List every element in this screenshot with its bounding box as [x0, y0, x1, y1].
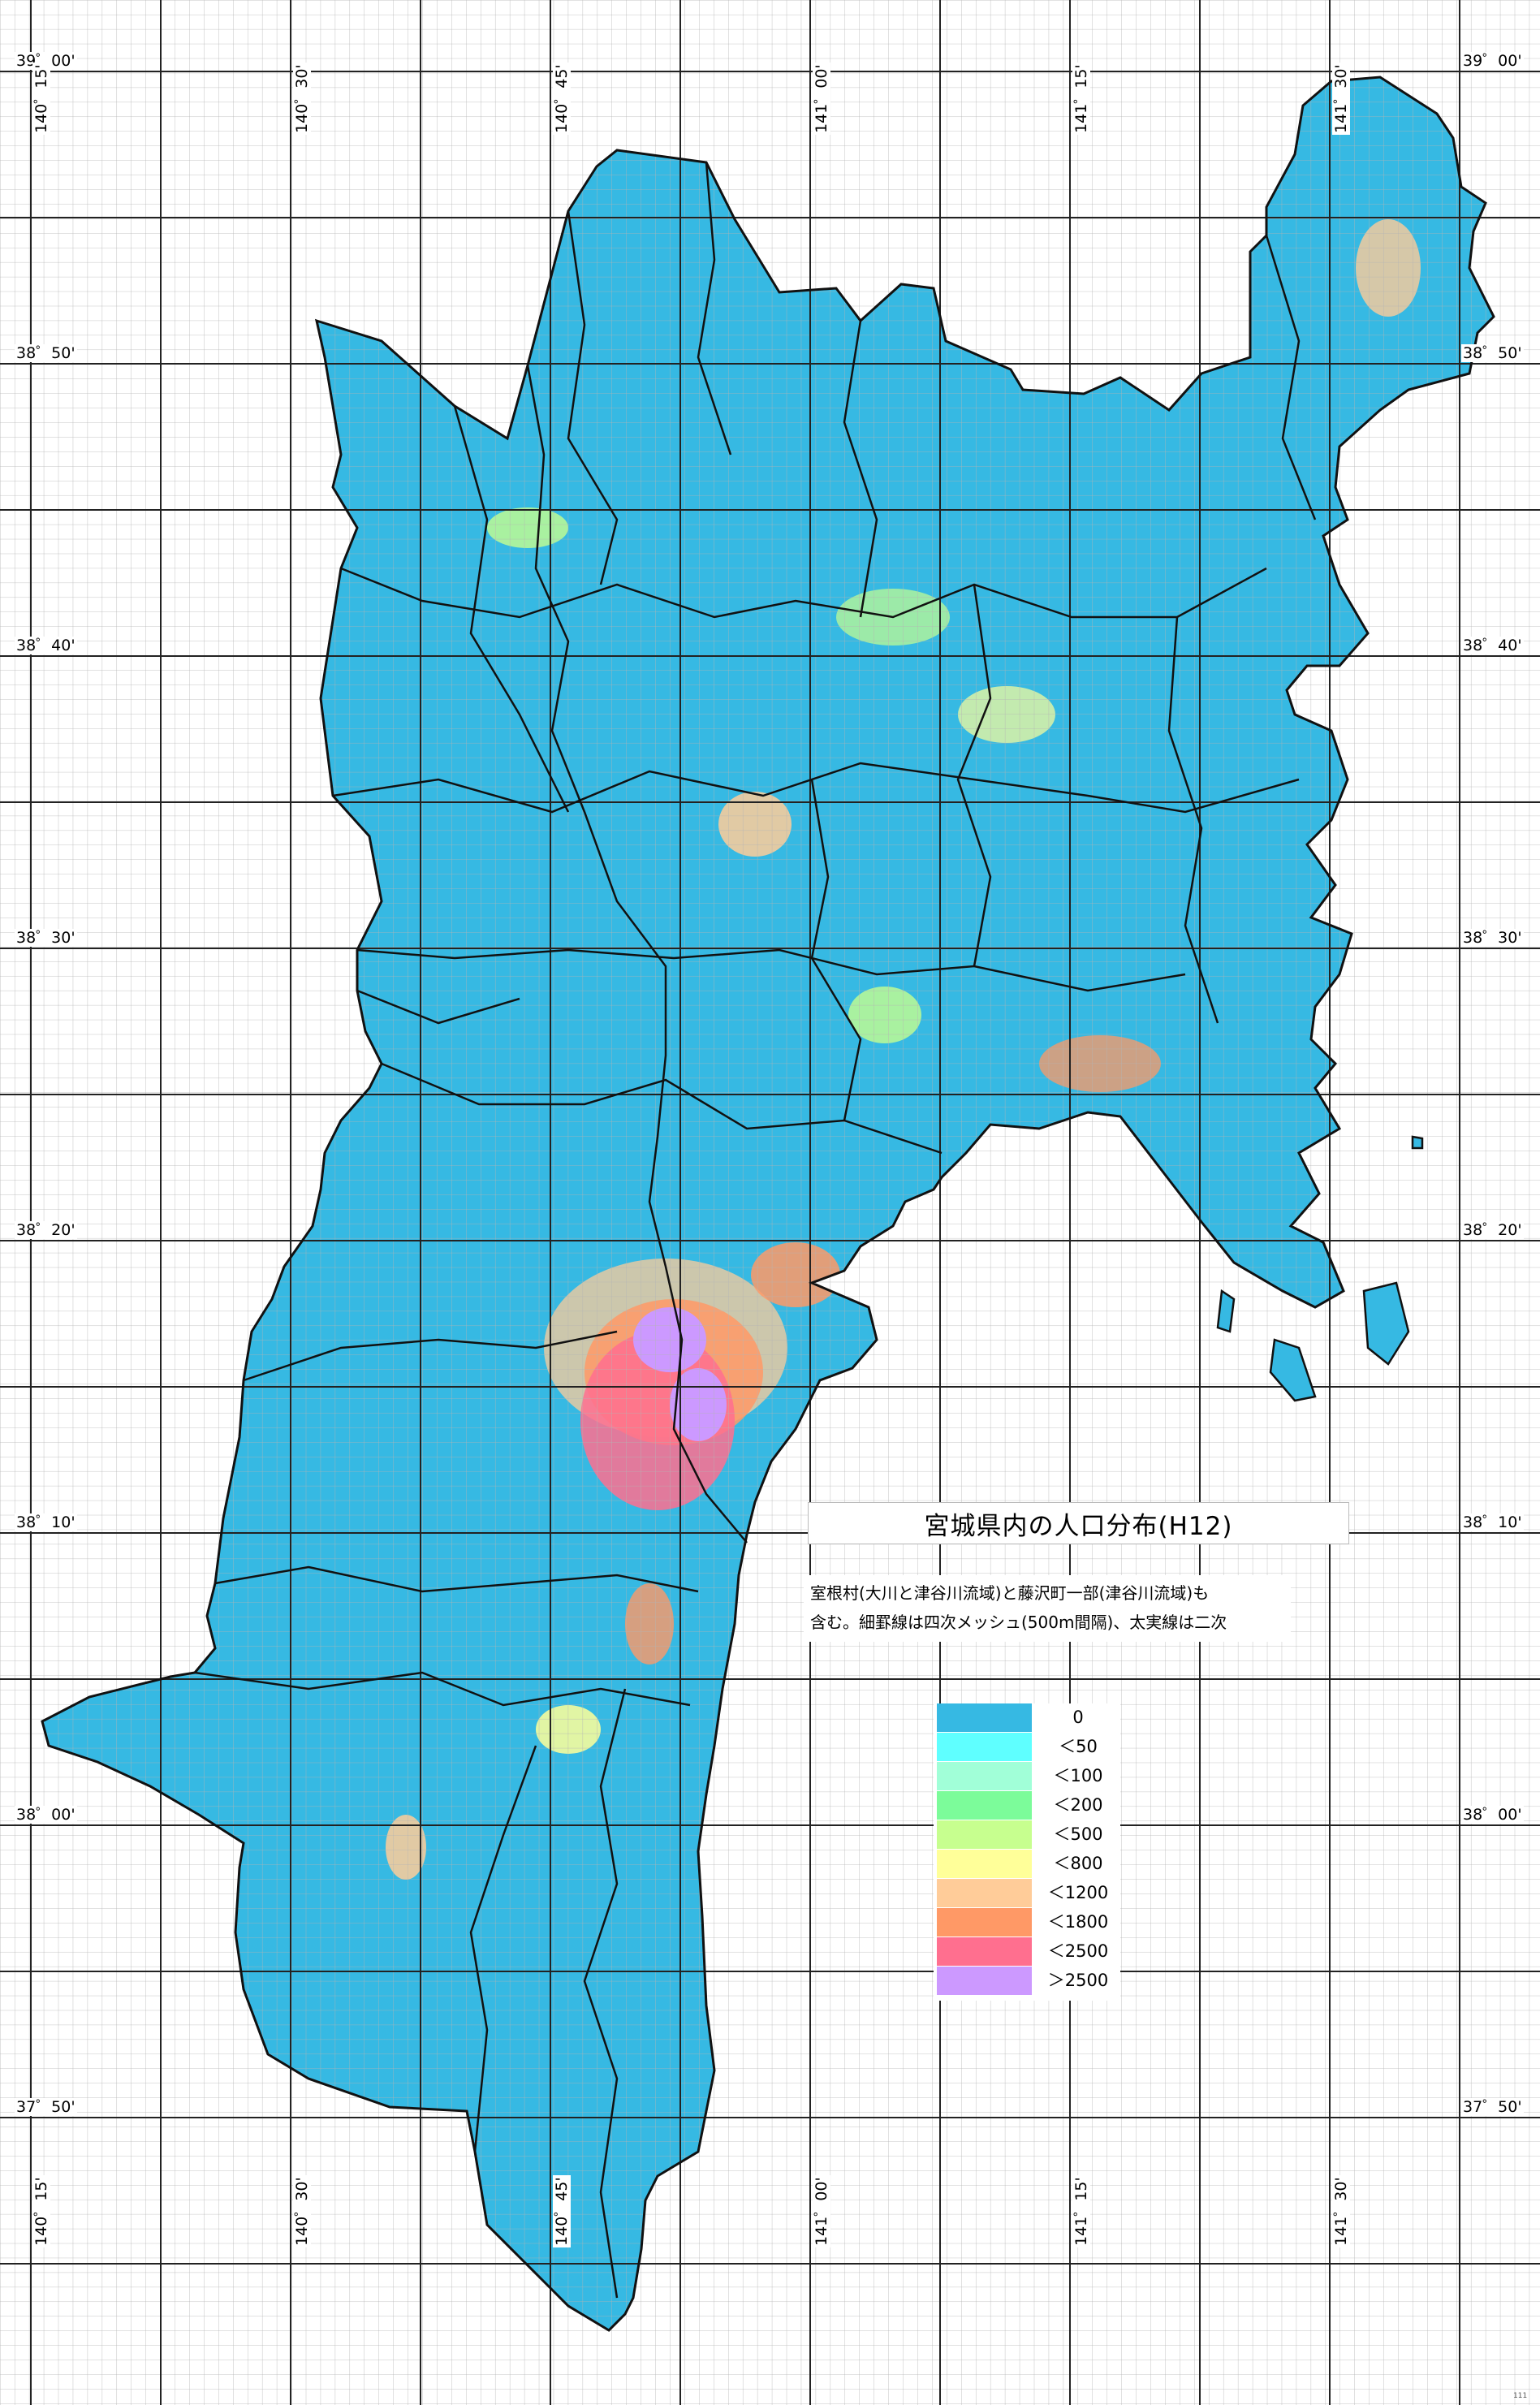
- lat-label-left-38-10: 38゜10': [15, 1513, 77, 1531]
- legend-row: ＜50: [934, 1733, 1120, 1761]
- lon-label-top-141-15: 141゜15': [1072, 63, 1090, 135]
- map-note: 室根村(大川と津谷川流域)と藤沢町一部(津谷川流域)も 含む。細罫線は四次メッシ…: [804, 1575, 1291, 1642]
- legend-swatch: [937, 1733, 1032, 1761]
- legend-swatch: [937, 1762, 1032, 1790]
- legend-row: ＞2500: [934, 1967, 1120, 1995]
- legend-swatch: [937, 1791, 1032, 1820]
- population-map: [0, 0, 1540, 2405]
- lat-label-left-38-50: 38゜50': [15, 344, 77, 362]
- legend-label: ＞2500: [1047, 1971, 1109, 1990]
- lat-label-right-38-00: 38゜00': [1461, 1806, 1524, 1824]
- legend-swatch: [937, 1879, 1032, 1907]
- legend-row: ＜1200: [934, 1879, 1120, 1907]
- note-line-2: 含む。細罫線は四次メッシュ(500m間隔)、太実線は二次: [810, 1613, 1227, 1632]
- lon-label-bottom-140-45: 140゜45': [553, 2175, 571, 2247]
- legend-row: ＜1800: [934, 1908, 1120, 1937]
- lat-label-left-38-00: 38゜00': [15, 1806, 77, 1824]
- lon-label-top-141-30: 141゜30': [1332, 63, 1350, 135]
- legend-label: 0: [1072, 1708, 1084, 1727]
- lon-label-top-140-30: 140゜30': [293, 63, 311, 135]
- lat-label-right-38-20: 38゜20': [1461, 1221, 1524, 1239]
- legend-swatch: [937, 1820, 1032, 1849]
- legend-label: ＜50: [1059, 1737, 1098, 1756]
- lat-label-left-38-20: 38゜20': [15, 1221, 77, 1239]
- lon-label-top-140-15: 140゜15': [32, 63, 50, 135]
- legend-row: ＜800: [934, 1850, 1120, 1878]
- lon-label-top-141-00: 141゜00': [813, 63, 830, 135]
- legend-swatch: [937, 1850, 1032, 1878]
- lon-label-bottom-141-15: 141゜15': [1072, 2175, 1090, 2247]
- legend-label: ＜100: [1053, 1766, 1103, 1785]
- legend: 0 ＜50 ＜100 ＜200 ＜500 ＜800 ＜1200 ＜1800 ＜2…: [934, 1703, 1120, 2001]
- lon-label-bottom-140-30: 140゜30': [293, 2175, 311, 2247]
- legend-row: ＜2500: [934, 1937, 1120, 1966]
- lon-label-bottom-141-00: 141゜00': [813, 2175, 830, 2247]
- lat-label-right-38-50: 38゜50': [1461, 344, 1524, 362]
- lat-label-right-38-10: 38゜10': [1461, 1513, 1524, 1531]
- lat-label-right-38-30: 38゜30': [1461, 929, 1524, 947]
- legend-row: 0: [934, 1703, 1120, 1732]
- legend-label: ＜1800: [1047, 1912, 1109, 1932]
- legend-label: ＜500: [1053, 1824, 1103, 1844]
- legend-label: ＜800: [1053, 1854, 1103, 1873]
- lat-label-left-38-40: 38゜40': [15, 637, 77, 654]
- legend-label: ＜2500: [1047, 1941, 1109, 1961]
- lon-label-bottom-140-15: 140゜15': [32, 2175, 50, 2247]
- legend-swatch: [937, 1967, 1032, 1995]
- legend-row: ＜100: [934, 1762, 1120, 1790]
- lat-label-right-37-50: 37゜50': [1461, 2098, 1524, 2116]
- corner-mark: 111: [1513, 2392, 1528, 2400]
- lon-label-top-140-45: 140゜45': [553, 63, 571, 135]
- legend-row: ＜500: [934, 1820, 1120, 1849]
- lat-label-right-39-00: 39゜00': [1461, 52, 1524, 70]
- lat-label-left-38-30: 38゜30': [15, 929, 77, 947]
- lon-label-bottom-141-30: 141゜30': [1332, 2175, 1350, 2247]
- legend-row: ＜200: [934, 1791, 1120, 1820]
- legend-swatch: [937, 1908, 1032, 1937]
- lat-label-right-38-40: 38゜40': [1461, 637, 1524, 654]
- legend-swatch: [937, 1703, 1032, 1732]
- fine-grid: [0, 0, 1540, 2405]
- legend-swatch: [937, 1937, 1032, 1966]
- note-line-1: 室根村(大川と津谷川流域)と藤沢町一部(津谷川流域)も: [810, 1583, 1210, 1603]
- legend-label: ＜200: [1053, 1795, 1103, 1815]
- legend-label: ＜1200: [1047, 1883, 1109, 1902]
- lat-label-left-37-50: 37゜50': [15, 2098, 77, 2116]
- map-title: 宮城県内の人口分布(H12): [808, 1502, 1349, 1544]
